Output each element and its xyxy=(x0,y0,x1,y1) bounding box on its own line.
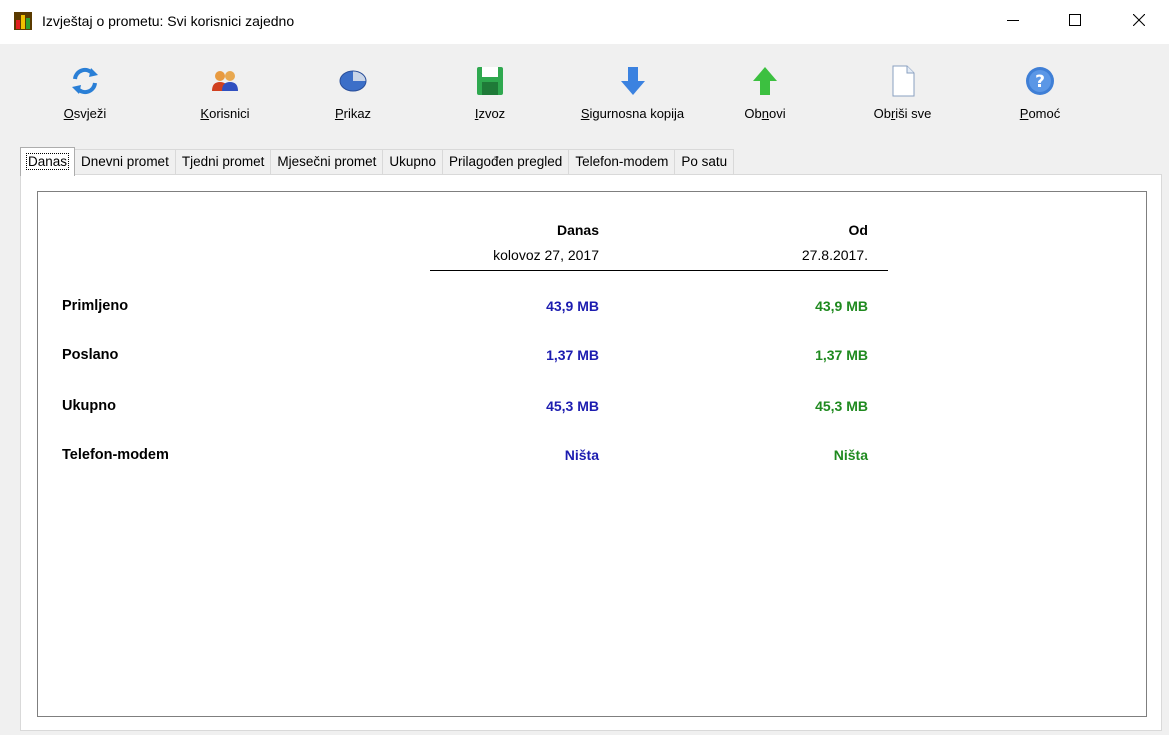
refresh-button[interactable]: Osvježi xyxy=(50,64,120,121)
column-date-today: kolovoz 27, 2017 xyxy=(493,247,599,263)
value-received-today: 43,9 MB xyxy=(546,298,599,314)
export-button[interactable]: Izvoz xyxy=(465,64,515,121)
view-button[interactable]: Prikaz xyxy=(323,64,383,121)
column-date-since: 27.8.2017. xyxy=(801,247,868,263)
tab-mjesecni-promet[interactable]: Mjesečni promet xyxy=(270,149,384,175)
value-sent-today: 1,37 MB xyxy=(546,347,599,363)
minimize-button[interactable] xyxy=(990,0,1036,40)
row-label-phone-modem: Telefon-modem xyxy=(62,447,169,463)
maximize-button[interactable] xyxy=(1052,0,1098,40)
value-received-since: 43,9 MB xyxy=(815,298,868,314)
row-label-sent: Poslano xyxy=(62,347,119,363)
tab-strip: Danas Dnevni promet Tjedni promet Mjeseč… xyxy=(20,147,735,176)
toolbar: Osvježi Korisnici Prikaz Izvoz Sigurnosn… xyxy=(0,56,1169,136)
tab-tjedni-promet[interactable]: Tjedni promet xyxy=(174,149,272,175)
column-title-since: Od xyxy=(848,222,868,238)
close-icon xyxy=(1133,14,1145,26)
value-total-today: 45,3 MB xyxy=(546,398,599,414)
app-bar-chart-icon xyxy=(14,12,32,30)
value-total-since: 45,3 MB xyxy=(815,398,868,414)
restore-button[interactable]: Obnovi xyxy=(735,64,795,121)
tab-panel: Danas Od kolovoz 27, 2017 27.8.2017. Pri… xyxy=(20,174,1162,731)
users-icon xyxy=(212,71,238,91)
row-label-total: Ukupno xyxy=(62,398,116,414)
help-button[interactable]: ? Pomoć xyxy=(1010,64,1070,121)
refresh-icon xyxy=(72,67,98,95)
view-icon xyxy=(339,70,367,92)
blank-page-icon xyxy=(892,65,914,97)
minimize-icon xyxy=(1007,20,1019,21)
help-icon: ? xyxy=(1026,67,1054,95)
value-phone-modem-today: Ništa xyxy=(564,447,599,463)
value-phone-modem-since: Ništa xyxy=(833,447,868,463)
tab-prilagoden-pregled[interactable]: Prilagođen pregled xyxy=(441,149,570,175)
svg-text:?: ? xyxy=(1035,72,1045,92)
backup-button[interactable]: Sigurnosna kopija xyxy=(565,64,700,121)
column-title-today: Danas xyxy=(556,222,599,238)
arrow-up-icon xyxy=(753,67,777,95)
tab-dnevni-promet[interactable]: Dnevni promet xyxy=(74,149,176,175)
users-button[interactable]: Korisnici xyxy=(190,64,260,121)
maximize-icon xyxy=(1069,14,1081,26)
arrow-down-icon xyxy=(620,67,645,95)
value-sent-since: 1,37 MB xyxy=(815,347,868,363)
window-title: Izvještaj o prometu: Svi korisnici zajed… xyxy=(42,13,295,29)
tab-danas[interactable]: Danas xyxy=(20,147,76,176)
tab-ukupno[interactable]: Ukupno xyxy=(382,149,443,175)
title-bar: Izvještaj o prometu: Svi korisnici zajed… xyxy=(0,0,1169,44)
tab-telefon-modem[interactable]: Telefon-modem xyxy=(568,149,676,175)
report-area: Danas Od kolovoz 27, 2017 27.8.2017. Pri… xyxy=(37,191,1147,717)
header-divider xyxy=(430,270,888,271)
row-label-received: Primljeno xyxy=(62,298,129,314)
close-button[interactable] xyxy=(1116,0,1162,40)
save-icon xyxy=(477,67,503,95)
clear-all-button[interactable]: Obriši sve xyxy=(860,64,945,121)
tab-po-satu[interactable]: Po satu xyxy=(674,149,735,175)
